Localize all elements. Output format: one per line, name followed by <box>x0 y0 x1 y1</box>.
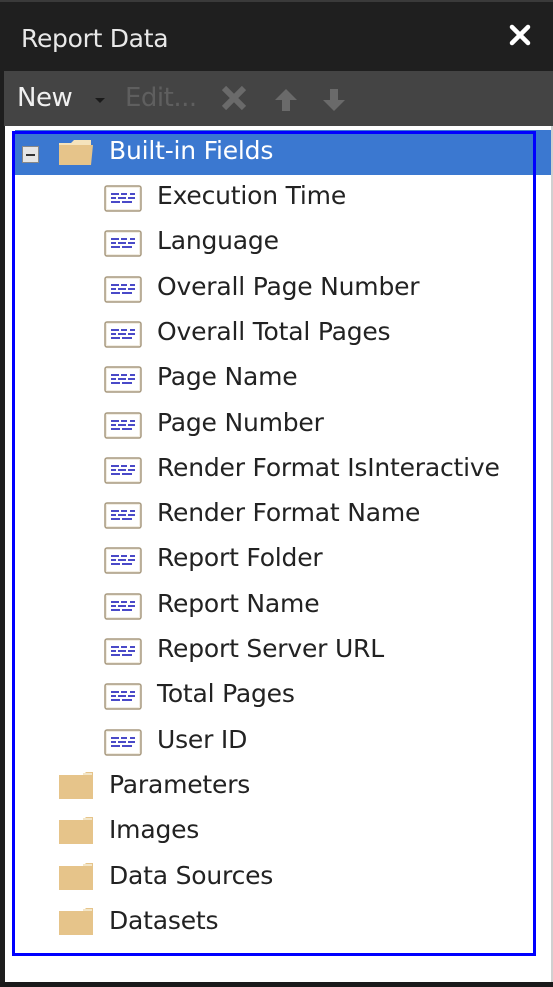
chevron-down-icon[interactable] <box>95 98 105 103</box>
close-icon[interactable] <box>507 22 533 48</box>
folder-label: Images <box>109 815 200 845</box>
field-label: Report Folder <box>157 543 323 573</box>
field-page-name[interactable]: Page Name <box>15 356 551 401</box>
folder-label: Parameters <box>109 769 251 799</box>
tree-node-label: Built-in Fields <box>109 136 274 165</box>
field-label: Report Server URL <box>157 634 384 663</box>
field-label: Page Number <box>157 407 324 437</box>
folder-icon <box>59 907 93 935</box>
panel-title: Report Data <box>21 24 169 53</box>
field-label: Overall Page Number <box>157 271 420 301</box>
title-bar: Report Data <box>0 0 553 71</box>
field-language[interactable]: Language <box>15 220 551 265</box>
field-icon <box>104 366 142 393</box>
folder-icon <box>59 862 93 890</box>
field-render-format-name[interactable]: Render Format Name <box>15 492 551 537</box>
field-report-server-url[interactable]: Report Server URL <box>15 628 551 673</box>
folder-open-icon <box>59 140 93 165</box>
field-page-number[interactable]: Page Number <box>15 402 551 447</box>
field-overall-page-number[interactable]: Overall Page Number <box>15 266 551 311</box>
field-render-format-isinteractive[interactable]: Render Format IsInteractive <box>15 447 551 492</box>
field-icon <box>104 230 142 258</box>
folder-icon <box>59 817 93 845</box>
field-total-pages[interactable]: Total Pages <box>15 673 551 718</box>
field-overall-total-pages[interactable]: Overall Total Pages <box>15 311 551 356</box>
delete-x-icon[interactable] <box>218 82 250 114</box>
folder-data-sources[interactable]: Data Sources <box>15 855 551 900</box>
field-icon <box>104 321 142 348</box>
field-label: User ID <box>157 724 248 754</box>
field-label: Overall Total Pages <box>157 316 391 346</box>
field-report-name[interactable]: Report Name <box>15 583 551 628</box>
arrow-up-icon[interactable] <box>272 86 300 114</box>
field-icon <box>104 638 142 665</box>
field-icon <box>104 185 142 212</box>
field-icon <box>104 502 142 529</box>
field-label: Report Name <box>157 588 320 618</box>
field-label: Language <box>157 226 279 256</box>
folder-datasets[interactable]: Datasets <box>15 900 551 945</box>
new-button[interactable]: New <box>17 83 73 113</box>
field-icon <box>104 275 142 303</box>
folder-label: Datasets <box>109 905 219 935</box>
field-user-id[interactable]: User ID <box>15 719 551 764</box>
folder-images[interactable]: Images <box>15 809 551 854</box>
edit-button[interactable]: Edit... <box>125 83 197 113</box>
tree-node-built-in-fields[interactable]: Built-in Fields <box>15 130 551 175</box>
field-icon <box>104 547 142 575</box>
arrow-down-icon[interactable] <box>320 86 348 114</box>
toolbar: New Edit... <box>4 71 553 126</box>
field-label: Page Name <box>157 362 298 392</box>
field-icon <box>104 411 142 439</box>
field-label: Render Format Name <box>157 498 421 528</box>
field-icon <box>104 683 142 711</box>
field-label: Render Format IsInteractive <box>157 452 500 482</box>
field-icon <box>104 728 142 756</box>
field-label: Total Pages <box>157 679 295 709</box>
field-icon <box>104 592 142 620</box>
field-report-folder[interactable]: Report Folder <box>15 537 551 582</box>
field-label: Execution Time <box>157 181 347 210</box>
folder-parameters[interactable]: Parameters <box>15 764 551 809</box>
field-execution-time[interactable]: Execution Time <box>15 175 551 220</box>
collapse-icon[interactable] <box>22 146 39 163</box>
folder-icon <box>59 771 93 799</box>
bottom-border <box>0 982 553 987</box>
folder-label: Data Sources <box>109 860 274 890</box>
field-icon <box>104 457 142 484</box>
